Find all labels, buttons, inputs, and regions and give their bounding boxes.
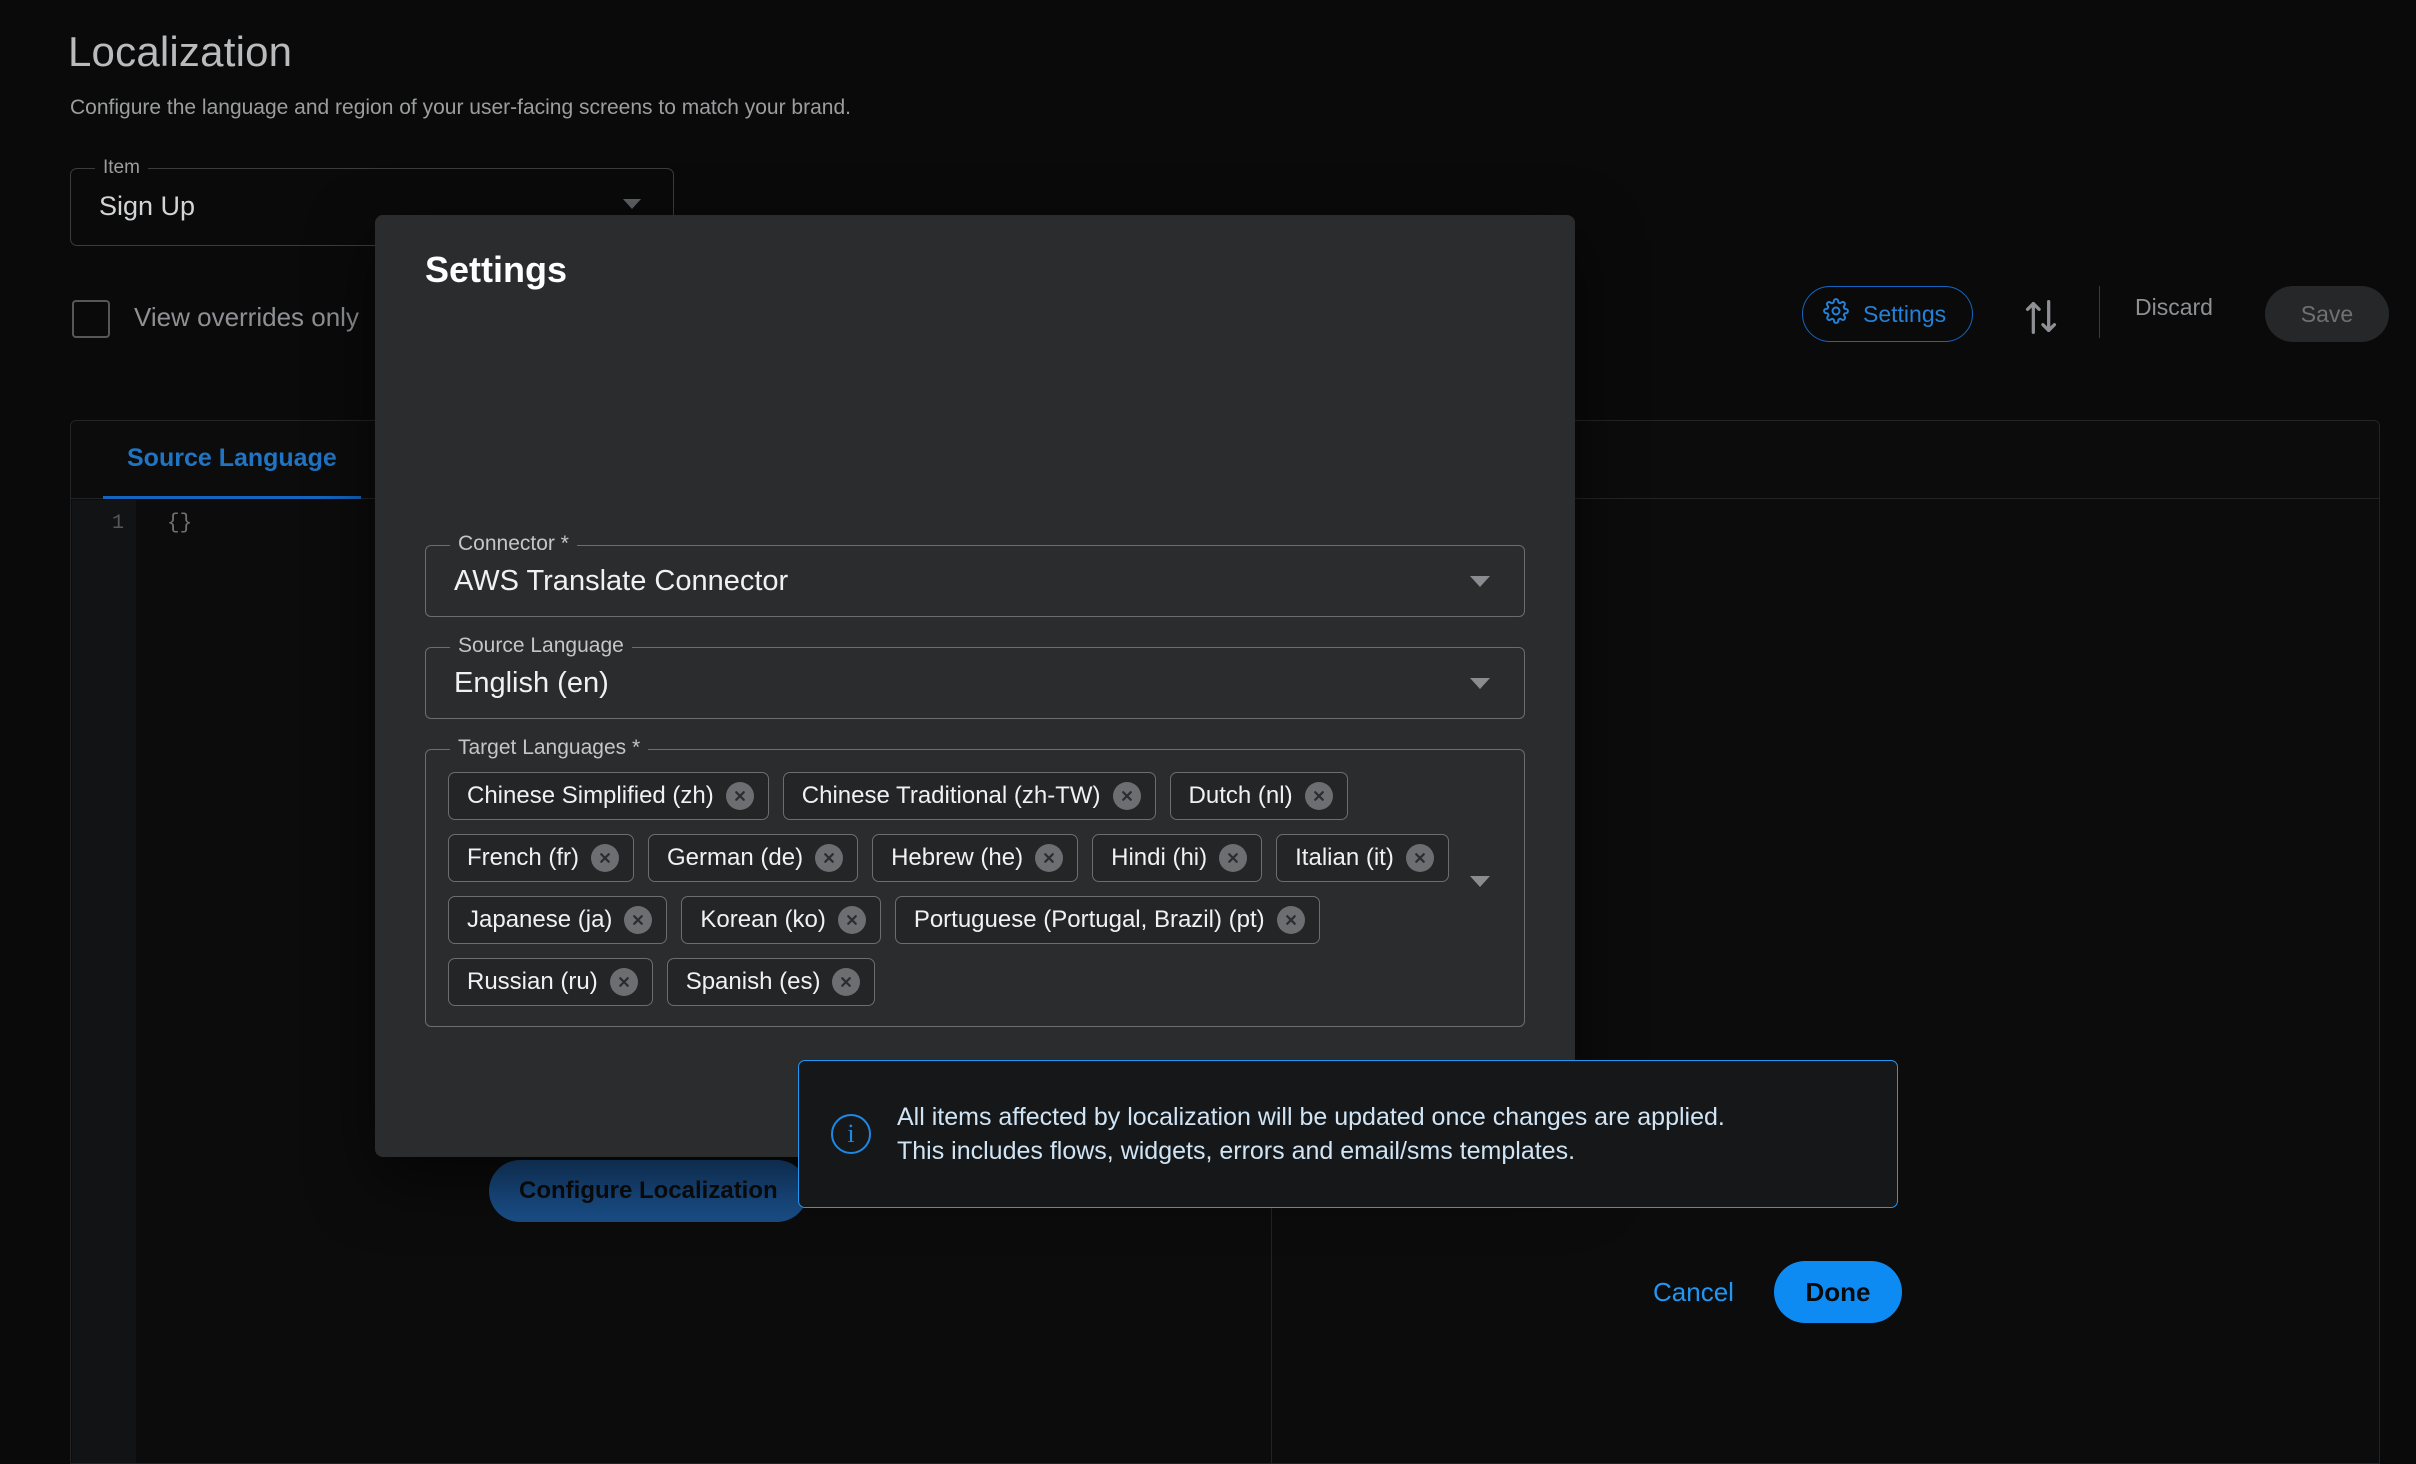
target-language-chip[interactable]: Hebrew (he) <box>872 834 1079 882</box>
info-banner-line-2: This includes flows, widgets, errors and… <box>897 1137 1576 1165</box>
chip-remove-icon[interactable] <box>591 844 620 872</box>
chip-remove-icon[interactable] <box>1035 844 1064 872</box>
page-subtitle: Configure the language and region of you… <box>70 96 851 119</box>
chip-remove-icon[interactable] <box>832 968 861 996</box>
chip-remove-icon[interactable] <box>1304 782 1333 810</box>
editor-line-number: 1 <box>111 512 124 535</box>
view-overrides-label: View overrides only <box>134 302 359 332</box>
info-banner-text: All items affected by localization will … <box>897 1100 1725 1169</box>
target-language-chip[interactable]: Chinese Traditional (zh-TW) <box>782 772 1156 820</box>
discard-button[interactable]: Discard <box>2135 294 2213 321</box>
editor-gutter: 1 <box>72 500 136 1463</box>
settings-button[interactable]: Settings <box>1802 286 1974 342</box>
target-language-chip-label: Dutch (nl) <box>1188 782 1293 809</box>
connector-legend: Connector * <box>450 532 577 556</box>
target-language-chip[interactable]: Chinese Simplified (zh) <box>448 772 769 820</box>
target-language-chip[interactable]: German (de) <box>648 834 859 882</box>
target-language-chip-label: Japanese (ja) <box>467 906 613 933</box>
cancel-button[interactable]: Cancel <box>1653 1277 1734 1308</box>
app-root: Localization Configure the language and … <box>0 0 2416 1464</box>
target-language-chip-label: Spanish (es) <box>685 968 821 995</box>
page-title: Localization <box>68 28 293 75</box>
target-language-chip-list: Chinese Simplified (zh) Chinese Tradition… <box>448 772 1454 1006</box>
source-language-value: English (en) <box>454 667 609 699</box>
gear-icon <box>1823 298 1849 330</box>
target-language-chip-label: Chinese Simplified (zh) <box>467 782 714 809</box>
item-select-value: Sign Up <box>99 191 196 221</box>
chevron-down-icon <box>1470 678 1490 689</box>
item-select-legend: Item <box>95 157 148 179</box>
connector-select[interactable]: Connector * AWS Translate Connector <box>425 532 1525 617</box>
chip-remove-icon[interactable] <box>1276 906 1305 934</box>
toolbar-divider <box>2099 286 2100 338</box>
info-icon: i <box>831 1114 871 1154</box>
target-language-chip-label: Hindi (hi) <box>1111 844 1208 871</box>
source-language-select[interactable]: Source Language English (en) <box>425 634 1525 719</box>
target-language-chip[interactable]: Hindi (hi) <box>1092 834 1263 882</box>
target-language-chip-label: French (fr) <box>467 844 580 871</box>
settings-dialog: Settings Connector * AWS Translate Conne… <box>375 215 1902 1323</box>
target-language-chip-label: Chinese Traditional (zh-TW) <box>801 782 1101 809</box>
dialog-title: Settings <box>425 249 568 290</box>
chip-remove-icon[interactable] <box>609 968 638 996</box>
chip-remove-icon[interactable] <box>815 844 844 872</box>
chip-remove-icon[interactable] <box>1219 844 1248 872</box>
configure-localization-button[interactable]: Configure Localization <box>489 1160 808 1222</box>
target-language-chip-label: Korean (ko) <box>700 906 826 933</box>
tab-source-language[interactable]: Source Language <box>103 421 361 499</box>
done-button[interactable]: Done <box>1774 1261 1902 1323</box>
chip-remove-icon[interactable] <box>1405 844 1434 872</box>
target-language-chip[interactable]: Russian (ru) <box>448 958 653 1006</box>
save-button[interactable]: Save <box>2265 286 2389 342</box>
target-language-chip-label: Hebrew (he) <box>891 844 1024 871</box>
target-language-chip-label: Portuguese (Portugal, Brazil) (pt) <box>913 906 1265 933</box>
editor-code-line[interactable]: {} <box>167 512 192 535</box>
chevron-down-icon <box>623 199 641 209</box>
target-language-chip[interactable]: Korean (ko) <box>681 896 881 944</box>
target-language-chip[interactable]: French (fr) <box>448 834 635 882</box>
chip-remove-icon[interactable] <box>624 906 653 934</box>
target-languages-select[interactable]: Target Languages * Chinese Simplified (z… <box>425 736 1525 1027</box>
view-overrides-checkbox[interactable] <box>72 300 110 338</box>
chip-remove-icon[interactable] <box>837 906 866 934</box>
target-languages-legend: Target Languages * <box>450 736 649 760</box>
sort-button[interactable] <box>2018 294 2064 340</box>
target-language-chip-label: Russian (ru) <box>467 968 598 995</box>
settings-button-label: Settings <box>1863 300 1947 327</box>
target-language-chip-label: German (de) <box>667 844 804 871</box>
chevron-down-icon <box>1470 876 1490 887</box>
target-language-chip[interactable]: Spanish (es) <box>666 958 876 1006</box>
chevron-down-icon <box>1470 576 1490 587</box>
target-language-chip-label: Italian (it) <box>1295 844 1394 871</box>
target-language-chip[interactable]: Japanese (ja) <box>448 896 668 944</box>
connector-value: AWS Translate Connector <box>454 565 789 597</box>
info-banner: i All items affected by localization wil… <box>798 1060 1898 1208</box>
info-banner-line-1: All items affected by localization will … <box>897 1102 1725 1131</box>
sort-updown-icon <box>2025 300 2057 334</box>
target-language-chip[interactable]: Italian (it) <box>1276 834 1449 882</box>
target-language-chip[interactable]: Dutch (nl) <box>1169 772 1348 820</box>
target-language-chip[interactable]: Portuguese (Portugal, Brazil) (pt) <box>894 896 1320 944</box>
chip-remove-icon[interactable] <box>725 782 754 810</box>
chip-remove-icon[interactable] <box>1112 782 1141 810</box>
source-language-legend: Source Language <box>450 634 632 658</box>
